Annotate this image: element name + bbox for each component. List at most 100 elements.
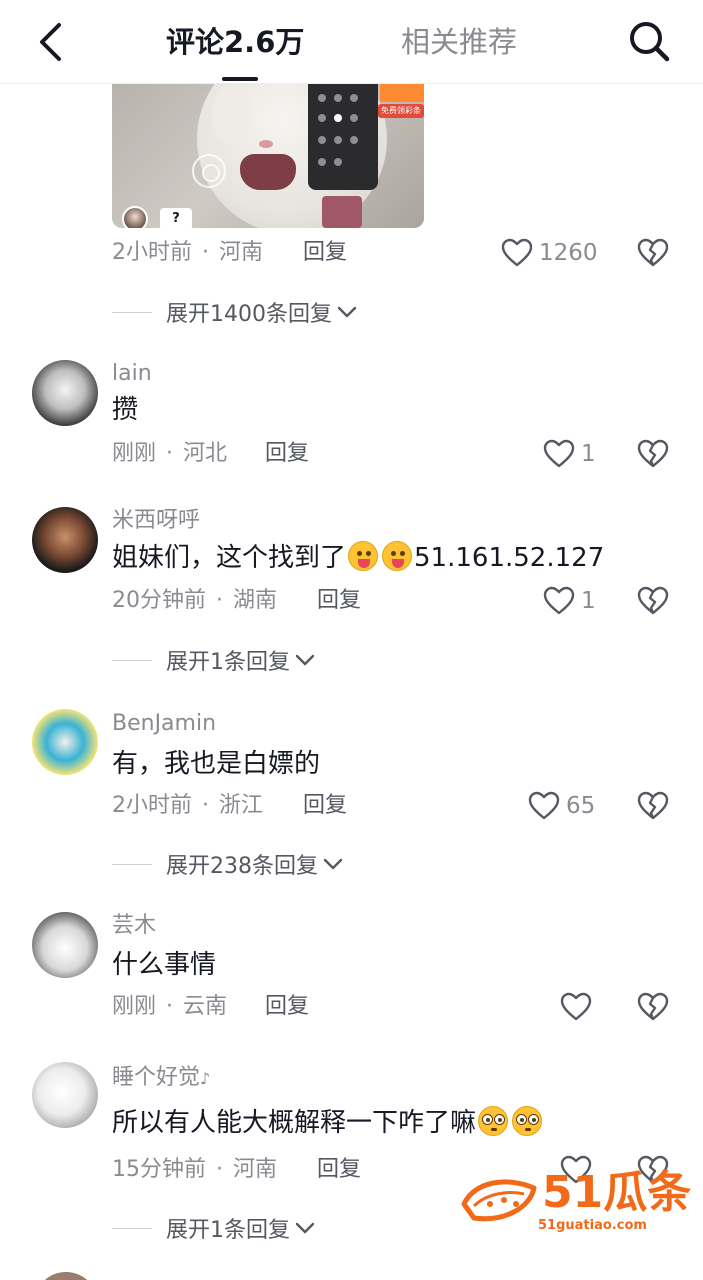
- username-text: 睡个好觉: [112, 1065, 201, 1090]
- broken-heart-icon: [637, 992, 669, 1021]
- expand-label: 展开1条回复: [166, 650, 290, 675]
- like-button[interactable]: 1: [543, 436, 596, 472]
- tongue-out-emoji: [348, 541, 379, 571]
- tab-related[interactable]: 相关推荐: [401, 22, 517, 62]
- avatar[interactable]: [32, 912, 98, 978]
- expand-replies[interactable]: 展开238条回复: [112, 847, 344, 881]
- header: 评论2.6万 相关推荐: [0, 0, 703, 84]
- meta-separator: ·: [202, 793, 209, 818]
- expand-label: 展开1400条回复: [166, 302, 332, 327]
- meta-separator: ·: [202, 240, 209, 265]
- broken-heart-icon: [637, 791, 669, 820]
- broken-heart-icon: [637, 238, 669, 267]
- chevron-down-icon: [337, 306, 357, 318]
- expand-replies[interactable]: 展开1条回复: [112, 643, 316, 677]
- comment-username[interactable]: 睡个好觉♪: [112, 1063, 210, 1094]
- dislike-button[interactable]: [636, 235, 670, 271]
- search-button[interactable]: [626, 18, 672, 64]
- comment-image[interactable]: 免费领彩条 ?: [112, 84, 424, 228]
- comment-location: 湖南: [233, 588, 278, 613]
- reply-button[interactable]: 回复: [265, 438, 309, 470]
- comment-meta: 2小时前 · 浙江: [112, 790, 263, 822]
- reply-button[interactable]: 回复: [317, 1154, 361, 1186]
- like-count: 65: [566, 793, 596, 819]
- bunny-ear: [212, 84, 252, 144]
- chevron-down-icon: [295, 654, 315, 666]
- like-button[interactable]: 1260: [501, 235, 598, 271]
- back-icon: [40, 23, 61, 61]
- comment-time: 刚刚: [112, 441, 157, 466]
- expand-replies[interactable]: 展开1条回复: [112, 1211, 316, 1245]
- pink-box: [322, 196, 362, 228]
- comment-location: 河南: [219, 240, 264, 265]
- avatar[interactable]: [34, 1272, 98, 1280]
- heart-icon: [560, 992, 592, 1021]
- flushed-emoji: [512, 1106, 543, 1136]
- watermelon-logo-icon: [461, 1179, 537, 1222]
- comment-location: 浙江: [219, 793, 264, 818]
- tongue-out-emoji: [382, 541, 413, 571]
- chevron-down-icon: [323, 858, 343, 870]
- comment-location: 云南: [183, 994, 228, 1019]
- avatar[interactable]: [32, 1062, 98, 1128]
- meta-separator: ·: [216, 1157, 223, 1182]
- comment-username[interactable]: BenJamin: [112, 709, 216, 739]
- avatar[interactable]: [32, 709, 98, 775]
- heart-icon: [501, 238, 533, 267]
- comment-meta: 15分钟前 · 河南: [112, 1154, 277, 1186]
- like-count: 1260: [539, 240, 598, 266]
- like-button[interactable]: 65: [528, 788, 595, 824]
- comment-username[interactable]: 芸木: [112, 911, 156, 941]
- comment-text: 什么事情: [112, 950, 217, 980]
- like-count: 1: [581, 441, 596, 467]
- question-badge: ?: [160, 208, 192, 228]
- watermark: 51瓜条 51guatiao.com: [460, 1167, 691, 1240]
- meta-separator: ·: [166, 994, 174, 1019]
- expand-divider: [112, 659, 152, 661]
- broken-heart-icon: [637, 586, 669, 615]
- tab-comments[interactable]: 评论2.6万: [166, 22, 304, 62]
- bunny-mouth: [240, 154, 296, 190]
- comment-text: 攒: [112, 395, 139, 425]
- like-button[interactable]: 1: [543, 583, 596, 619]
- spiral-icon: [192, 154, 226, 188]
- comment-username[interactable]: lain: [112, 359, 152, 389]
- expand-divider: [112, 311, 152, 313]
- avatar[interactable]: [32, 507, 98, 573]
- like-button[interactable]: [560, 989, 598, 1025]
- reply-button[interactable]: 回复: [303, 790, 347, 822]
- dislike-button[interactable]: [636, 989, 670, 1025]
- bunny-nose: [259, 140, 273, 148]
- comment-text-part: 所以有人能大概解释一下咋了嘛: [112, 1108, 477, 1138]
- reply-button[interactable]: 回复: [303, 237, 347, 269]
- dislike-button[interactable]: [636, 788, 670, 824]
- comment-meta: 2小时前 · 河南: [112, 237, 263, 269]
- promo-tag: 免费领彩条: [378, 104, 424, 118]
- back-button[interactable]: [30, 20, 70, 64]
- comment-username[interactable]: 米西呀呼: [112, 506, 200, 536]
- comment-text: 姐妹们，这个找到了 51.161.52.127: [112, 540, 604, 576]
- avatar[interactable]: [32, 360, 98, 426]
- meta-separator: ·: [216, 588, 223, 613]
- promo-banner: [380, 84, 424, 102]
- heart-icon: [528, 791, 560, 820]
- expand-replies[interactable]: 展开1400条回复: [112, 295, 358, 329]
- watermark-url: 51guatiao.com: [538, 1218, 647, 1233]
- watermark-title: 51瓜条: [542, 1167, 692, 1218]
- chevron-down-icon: [295, 1222, 315, 1234]
- expand-divider: [112, 863, 152, 865]
- expand-divider: [112, 1227, 152, 1229]
- comment-time: 2小时前: [112, 793, 192, 818]
- heart-icon: [543, 439, 575, 468]
- mini-avatar: [122, 206, 148, 228]
- comment-location: 河北: [183, 441, 228, 466]
- comment-meta: 20分钟前 · 湖南: [112, 585, 277, 617]
- comment-text-part: 51.161.52.127: [414, 543, 605, 573]
- heart-icon: [543, 586, 575, 615]
- dislike-button[interactable]: [636, 436, 670, 472]
- dislike-button[interactable]: [636, 583, 670, 619]
- comment-text: 有，我也是白嫖的: [112, 749, 321, 779]
- like-count: 1: [581, 588, 596, 614]
- reply-button[interactable]: 回复: [265, 991, 309, 1023]
- reply-button[interactable]: 回复: [317, 585, 361, 617]
